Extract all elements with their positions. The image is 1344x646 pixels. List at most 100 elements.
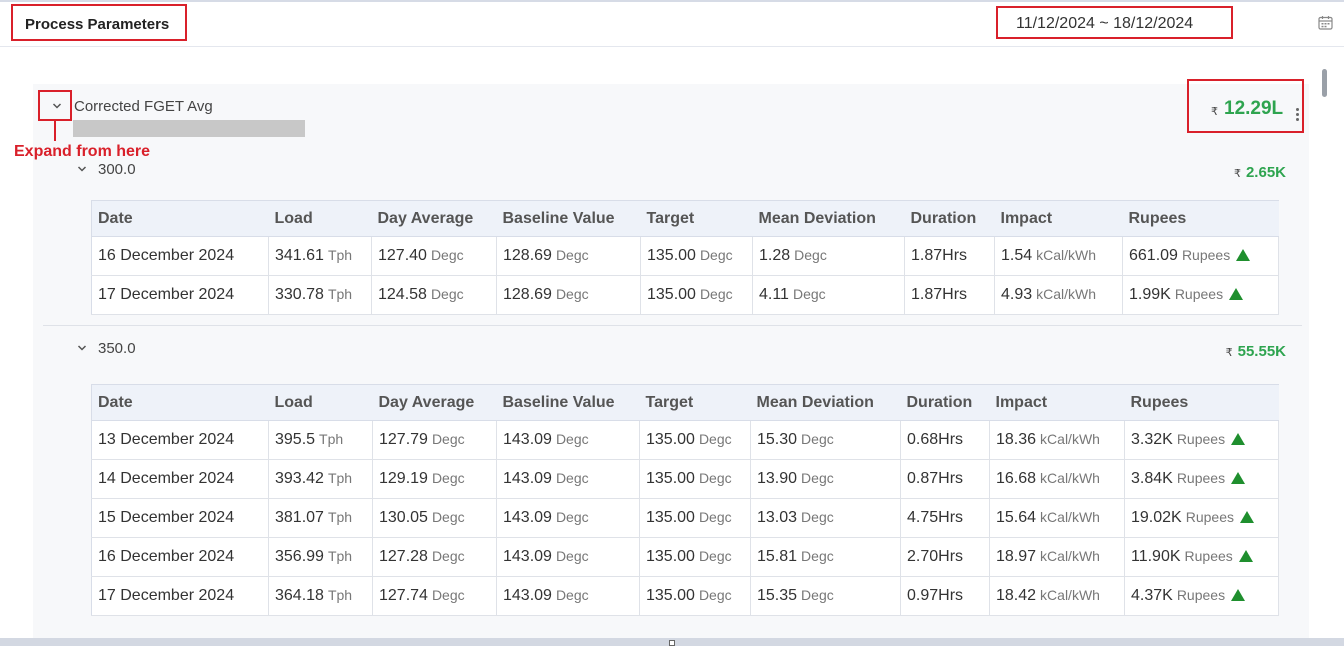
cell-load: 330.78 Tph xyxy=(268,275,372,315)
section-table: Date Load Day Average Baseline Value Tar… xyxy=(91,384,1279,616)
table-header-row: Date Load Day Average Baseline Value Tar… xyxy=(91,384,1279,421)
column-header: Day Average xyxy=(372,384,497,421)
cell-duration: 1.87Hrs xyxy=(904,236,995,276)
table-row: 13 December 2024 395.5 Tph 127.79 Degc 143… xyxy=(91,420,1279,460)
column-header: Day Average xyxy=(371,200,497,237)
cell-date: 17 December 2024 xyxy=(91,275,269,315)
chevron-down-icon[interactable] xyxy=(77,344,87,354)
cell-load: 341.61 Tph xyxy=(268,236,372,276)
section-label[interactable]: 300.0 xyxy=(98,161,136,178)
cell-rupees: 11.90K Rupees xyxy=(1124,537,1279,577)
group-total-value: 12.29L xyxy=(1224,98,1284,119)
column-header: Rupees xyxy=(1124,384,1279,421)
table-row: 17 December 2024 364.18 Tph 127.74 Degc 14… xyxy=(91,576,1279,616)
cell-impact: 18.97 kCal/kWh xyxy=(989,537,1125,577)
cell-impact: 1.54 kCal/kWh xyxy=(994,236,1123,276)
cell-baseline: 143.09 Degc xyxy=(496,459,640,499)
cell-rupees: 1.99K Rupees xyxy=(1122,275,1279,315)
section-label[interactable]: 350.0 xyxy=(98,340,136,357)
resize-handle[interactable] xyxy=(669,640,675,646)
section-amount-value: 55.55K xyxy=(1237,343,1286,360)
cell-load: 356.99 Tph xyxy=(268,537,373,577)
column-header: Date xyxy=(91,384,269,421)
cell-mean-deviation: 13.90 Degc xyxy=(750,459,901,499)
column-header: Target xyxy=(639,384,751,421)
cell-impact: 16.68 kCal/kWh xyxy=(989,459,1125,499)
cell-load: 395.5 Tph xyxy=(268,420,373,460)
cell-mean-deviation: 13.03 Degc xyxy=(750,498,901,538)
chevron-down-icon[interactable] xyxy=(52,102,62,112)
redacted-bar xyxy=(73,120,305,137)
panel-header: Process Parameters 11/12/2024 ~ 18/12/20… xyxy=(0,2,1344,47)
process-parameters-panel: Process Parameters 11/12/2024 ~ 18/12/20… xyxy=(0,0,1344,638)
cell-rupees: 4.37K Rupees xyxy=(1124,576,1279,616)
cell-mean-deviation: 4.11 Degc xyxy=(752,275,905,315)
table-row: 14 December 2024 393.42 Tph 129.19 Degc 14… xyxy=(91,459,1279,499)
table-row: 17 December 2024 330.78 Tph 124.58 Degc 12… xyxy=(91,275,1279,315)
cell-target: 135.00 Degc xyxy=(639,420,751,460)
cell-duration: 0.87Hrs xyxy=(900,459,990,499)
scrollbar-thumb[interactable] xyxy=(1322,69,1327,97)
column-header: Load xyxy=(268,384,373,421)
cell-day-average: 130.05 Degc xyxy=(372,498,497,538)
cell-duration: 0.68Hrs xyxy=(900,420,990,460)
cell-target: 135.00 Degc xyxy=(639,537,751,577)
chevron-down-icon[interactable] xyxy=(77,165,87,175)
cell-impact: 15.64 kCal/kWh xyxy=(989,498,1125,538)
section-table: Date Load Day Average Baseline Value Tar… xyxy=(91,200,1279,315)
cell-day-average: 127.74 Degc xyxy=(372,576,497,616)
cell-impact: 18.36 kCal/kWh xyxy=(989,420,1125,460)
cell-date: 16 December 2024 xyxy=(91,236,269,276)
cell-rupees: 19.02K Rupees xyxy=(1124,498,1279,538)
cell-impact: 18.42 kCal/kWh xyxy=(989,576,1125,616)
section-divider xyxy=(43,325,1302,326)
cell-date: 13 December 2024 xyxy=(91,420,269,460)
cell-rupees: 3.32K Rupees xyxy=(1124,420,1279,460)
cell-load: 393.42 Tph xyxy=(268,459,373,499)
up-arrow-icon xyxy=(1239,511,1254,523)
rupee-symbol: ₹ xyxy=(1211,106,1218,118)
group-total-box: ₹ 12.29L xyxy=(1187,79,1304,133)
table-row: 15 December 2024 381.07 Tph 130.05 Degc 14… xyxy=(91,498,1279,538)
up-arrow-icon xyxy=(1229,288,1244,300)
cell-impact: 4.93 kCal/kWh xyxy=(994,275,1123,315)
column-header: Baseline Value xyxy=(496,200,641,237)
cell-target: 135.00 Degc xyxy=(640,275,753,315)
up-arrow-icon xyxy=(1231,589,1246,601)
date-range-picker[interactable]: 11/12/2024 ~ 18/12/2024 xyxy=(996,6,1233,39)
cell-baseline: 143.09 Degc xyxy=(496,420,640,460)
cell-duration: 4.75Hrs xyxy=(900,498,990,538)
up-arrow-icon xyxy=(1231,433,1246,445)
cell-duration: 0.97Hrs xyxy=(900,576,990,616)
cell-rupees: 3.84K Rupees xyxy=(1124,459,1279,499)
cell-day-average: 124.58 Degc xyxy=(371,275,497,315)
column-header: Load xyxy=(268,200,372,237)
table-header-row: Date Load Day Average Baseline Value Tar… xyxy=(91,200,1279,237)
annotation-connector xyxy=(54,121,56,141)
column-header: Baseline Value xyxy=(496,384,640,421)
calendar-icon[interactable] xyxy=(1318,15,1333,30)
title-highlight-box: Process Parameters xyxy=(11,4,187,41)
cell-day-average: 127.28 Degc xyxy=(372,537,497,577)
cell-day-average: 127.79 Degc xyxy=(372,420,497,460)
rupee-symbol: ₹ xyxy=(1225,347,1233,359)
up-arrow-icon xyxy=(1236,249,1251,261)
group-label: Corrected FGET Avg xyxy=(74,98,213,115)
cell-duration: 2.70Hrs xyxy=(900,537,990,577)
column-header: Impact xyxy=(989,384,1125,421)
cell-date: 16 December 2024 xyxy=(91,537,269,577)
column-header: Date xyxy=(91,200,269,237)
column-header: Mean Deviation xyxy=(750,384,901,421)
cell-target: 135.00 Degc xyxy=(639,459,751,499)
page-title: Process Parameters xyxy=(25,16,170,33)
cell-mean-deviation: 15.35 Degc xyxy=(750,576,901,616)
cell-date: 15 December 2024 xyxy=(91,498,269,538)
column-header: Duration xyxy=(900,384,990,421)
column-header: Duration xyxy=(904,200,995,237)
more-options-icon[interactable] xyxy=(1296,108,1300,122)
expand-toggle-highlight[interactable] xyxy=(38,90,72,121)
annotation-text: Expand from here xyxy=(14,143,151,160)
cell-load: 364.18 Tph xyxy=(268,576,373,616)
section-amount-value: 2.65K xyxy=(1245,164,1286,181)
cell-target: 135.00 Degc xyxy=(639,498,751,538)
